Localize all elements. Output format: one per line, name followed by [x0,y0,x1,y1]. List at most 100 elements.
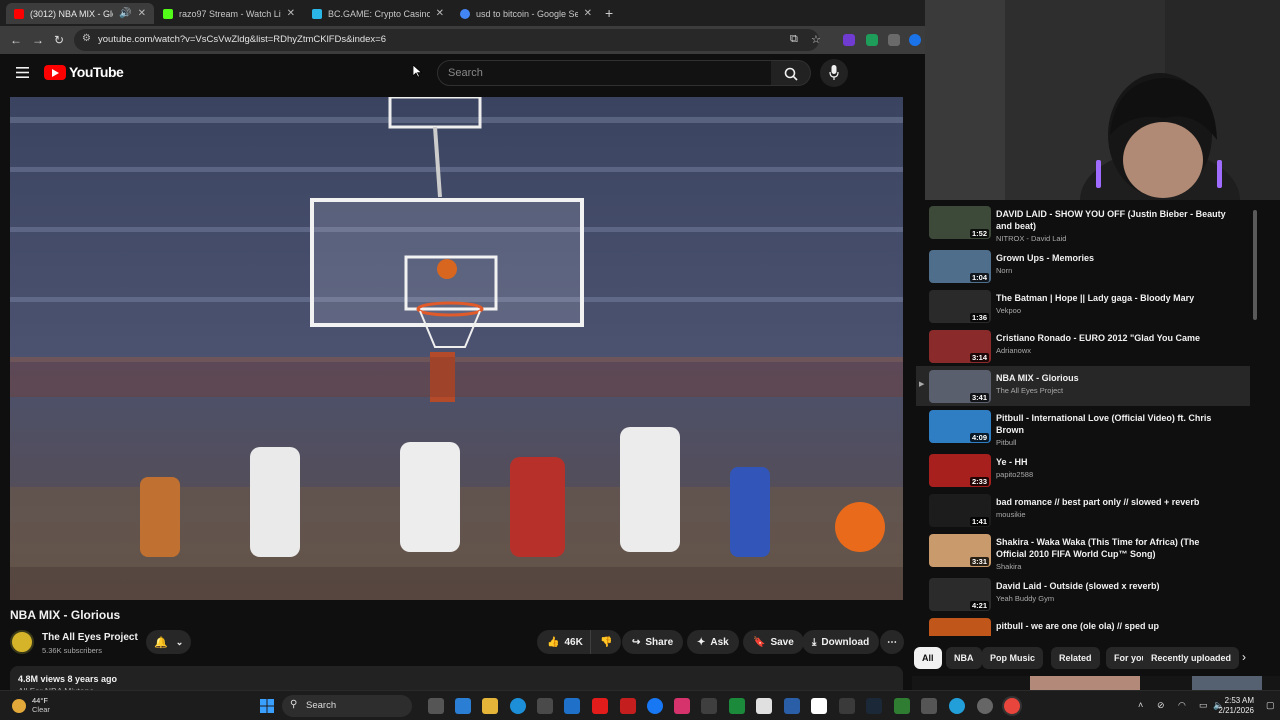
close-tab-icon[interactable]: ✕ [287,8,295,19]
playlist-item[interactable]: 4:21 David Laid - Outside (slowed x reve… [916,574,1250,614]
close-tab-icon[interactable]: ✕ [138,8,146,19]
battery-icon[interactable]: ▭ [1199,700,1208,711]
install-app-icon[interactable]: ⧉ [790,33,798,46]
search-input[interactable]: Search [437,60,772,86]
app-grid-icon[interactable] [784,698,800,714]
search-icon: ⚲ [290,699,298,710]
ask-button[interactable]: ✦ Ask [687,630,739,654]
video-thumbnail: 4:09 [929,410,991,443]
tab-kick-stream[interactable]: razo97 Stream - Watch Live on ✕ [155,3,303,24]
voice-search-button[interactable] [820,59,848,87]
notification-icon[interactable]: ▢ [1266,700,1275,711]
channel-avatar[interactable] [10,630,34,654]
chevron-right-icon[interactable]: › [1242,650,1246,664]
extension-k-icon[interactable] [843,34,855,46]
scrollbar-thumb[interactable] [1253,210,1257,320]
clock-date[interactable]: 2/21/2026 [1218,706,1254,715]
playlist-panel: 1:52 DAVID LAID - SHOW YOU OFF (Justin B… [916,200,1262,636]
profile-icon[interactable] [909,34,921,46]
mail-icon[interactable] [564,698,580,714]
dislike-button[interactable]: 👎 [590,630,622,654]
basketball-game-frame [10,97,903,600]
extension-puzzle-icon[interactable] [888,34,900,46]
playlist-item[interactable]: pitbull - we are one (ole ola) // sped u… [916,614,1250,636]
taskbar-search[interactable]: ⚲ Search [282,695,412,717]
reload-icon[interactable]: ↻ [54,33,64,47]
amazon-icon[interactable] [756,698,772,714]
playlist-item[interactable]: 3:31 Shakira - Waka Waka (This Time for … [916,530,1250,571]
extension-green-icon[interactable] [866,34,878,46]
url-text: youtube.com/watch?v=VsCsVwZldg&list=RDhy… [98,34,387,45]
obs-icon[interactable] [977,698,993,714]
playlist-item[interactable]: 1:41 bad romance // best part only // sl… [916,490,1250,530]
channel-name[interactable]: The All Eyes Project [42,632,138,643]
telegram-icon[interactable] [949,698,965,714]
store-icon[interactable] [537,698,553,714]
download-button[interactable]: ⤓ Download [802,630,880,654]
close-tab-icon[interactable]: ✕ [584,8,592,19]
bookmark-star-icon[interactable]: ☆ [811,33,821,46]
playlist-item[interactable]: 3:14 Cristiano Ronado - EURO 2012 "Glad … [916,326,1250,366]
playlist-item[interactable]: 1:52 DAVID LAID - SHOW YOU OFF (Justin B… [916,202,1250,243]
clock-time[interactable]: 2:53 AM [1225,696,1254,705]
chip-all[interactable]: All [914,647,942,669]
site-info-icon[interactable]: ⚙ [82,33,91,44]
playlist-item[interactable]: 2:33 Ye - HH papito2588 [916,450,1250,490]
playlist-item[interactable]: 4:09 Pitbull - International Love (Offic… [916,406,1250,447]
xbox-icon[interactable] [729,698,745,714]
playlist-item[interactable]: 1:04 Grown Ups - Memories Norn [916,246,1250,286]
like-button[interactable]: 👍 46K [537,630,591,654]
download-icon: ⤓ [812,636,817,648]
forward-icon[interactable]: → [32,33,44,47]
video-thumbnail: 1:52 [929,206,991,239]
steam-icon[interactable] [866,698,882,714]
save-button[interactable]: 🔖 Save [743,630,804,654]
chip-nba[interactable]: NBA [946,647,982,669]
playlist-item[interactable]: 1:36 The Batman | Hope || Lady gaga - Bl… [916,286,1250,326]
youtube-app-icon[interactable] [592,698,608,714]
tab-google-search[interactable]: usd to bitcoin - Google Search ✕ [452,3,600,24]
tiktok-icon[interactable] [811,698,827,714]
new-tab-button[interactable]: + [605,5,613,21]
more-actions-button[interactable]: ⋯ [880,630,904,654]
back-icon[interactable]: ← [10,33,22,47]
task-view-icon[interactable] [428,698,444,714]
omnibox[interactable]: ⚙ youtube.com/watch?v=VsCsVwZldg&list=RD… [74,29,819,51]
tab-nba-mix[interactable]: (3012) NBA MIX - Glorious 🔊 ✕ [6,3,154,24]
close-tab-icon[interactable]: ✕ [436,8,444,19]
nvidia-icon[interactable] [894,698,910,714]
thumbs-up-icon: 👍 [547,636,560,648]
chrome-icon[interactable] [1004,698,1020,714]
chip-recently-uploaded[interactable]: Recently uploaded [1143,647,1240,669]
menu-icon[interactable] [16,67,29,78]
instagram-icon[interactable] [674,698,690,714]
video-thumbnail: 3:14 [929,330,991,363]
youtube-logo[interactable]: YouTube [44,64,124,80]
recommendation-thumbnails[interactable] [912,676,1280,690]
playlist-scrollbar[interactable] [1253,200,1258,636]
epic-games-icon[interactable] [921,698,937,714]
file-explorer-icon[interactable] [482,698,498,714]
video-player[interactable] [10,97,903,600]
youtube-play-icon [44,64,66,80]
chip-related[interactable]: Related [1051,647,1100,669]
wifi-icon[interactable]: ◠ [1178,700,1186,711]
tab-bcgame[interactable]: BC.GAME: Crypto Casino Games ✕ [304,3,452,24]
movies-icon[interactable] [701,698,717,714]
weather-icon[interactable] [12,699,26,713]
edge-icon[interactable] [510,698,526,714]
chip-pop-music[interactable]: Pop Music [982,647,1044,669]
subscribed-button[interactable]: 🔔 ⌄ [146,630,192,654]
copilot-icon[interactable] [455,698,471,714]
network-off-icon[interactable]: ⊘ [1157,700,1165,711]
arrow-app-icon[interactable] [839,698,855,714]
share-button[interactable]: ↪ Share [622,630,684,654]
tray-overflow-icon[interactable]: ˄ [1138,700,1143,710]
search-button[interactable] [771,60,811,86]
facebook-icon[interactable] [647,698,663,714]
ask-label: Ask [710,636,729,648]
playlist-item-current[interactable]: ▶ 3:41 NBA MIX - Glorious The All Eyes P… [916,366,1250,406]
netflix-icon[interactable] [620,698,636,714]
windows-start-icon[interactable] [260,699,274,713]
video-thumbnail: 2:33 [929,454,991,487]
